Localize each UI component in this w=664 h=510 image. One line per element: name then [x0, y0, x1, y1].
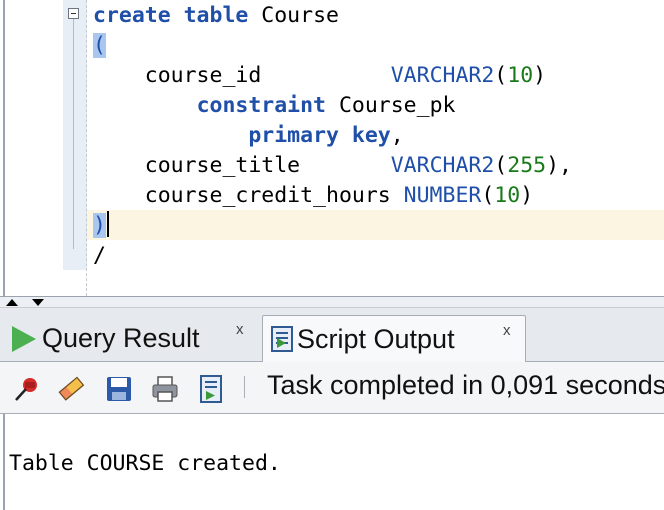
paren: ) — [533, 63, 547, 88]
current-line-highlight — [87, 210, 664, 240]
keyword: constraint — [196, 93, 327, 118]
paren: ( — [481, 183, 495, 208]
script-output-area[interactable]: Table COURSE created. — [0, 414, 664, 510]
pin-icon[interactable] — [12, 374, 42, 404]
paren: ( — [494, 153, 508, 178]
close-tab-icon[interactable]: x — [503, 322, 511, 339]
code-line-3[interactable]: course_id VARCHAR2(10) — [93, 61, 546, 91]
expand-up-icon[interactable] — [6, 299, 18, 306]
data-type: VARCHAR2 — [390, 63, 495, 88]
results-tab-bar: Query Result x Script Output x — [0, 308, 664, 362]
code-line-4[interactable]: constraint Course_pk — [93, 91, 456, 121]
column-name: course_credit_hours — [144, 183, 404, 208]
open-paren: ( — [93, 33, 106, 58]
fold-guide — [73, 19, 74, 249]
number-literal: 255 — [507, 153, 547, 178]
code-line-1[interactable]: create table Course — [93, 1, 339, 31]
collapse-down-icon[interactable] — [32, 299, 44, 306]
status-message: Task completed in 0,091 seconds — [267, 370, 664, 400]
output-border — [3, 414, 5, 510]
code-line-2[interactable]: ( — [93, 31, 106, 61]
data-type: NUMBER — [403, 183, 482, 208]
number-literal: 10 — [494, 183, 521, 208]
run-script-icon[interactable] — [196, 374, 226, 404]
editor-gutter — [63, 0, 87, 270]
tab-label: Script Output — [297, 323, 455, 354]
statement-terminator: / — [93, 243, 106, 268]
print-icon[interactable] — [150, 374, 180, 404]
sql-editor[interactable]: create table Course ( course_id VARCHAR2… — [0, 0, 664, 296]
tab-script-output[interactable]: Script Output x — [262, 315, 526, 362]
column-name: course_id — [144, 63, 391, 88]
comma: , — [390, 123, 404, 148]
code-line-9[interactable]: / — [93, 241, 106, 271]
script-output-icon — [271, 326, 293, 352]
paren: ) — [520, 183, 534, 208]
toolbar-separator — [244, 376, 245, 398]
gutter-divider — [86, 0, 87, 296]
paren: ), — [546, 153, 572, 178]
identifier: Course_pk — [326, 93, 456, 118]
keyword: create table — [93, 3, 249, 28]
panel-splitter[interactable] — [0, 296, 664, 308]
close-tab-icon[interactable]: x — [236, 321, 244, 338]
paren: ( — [494, 63, 508, 88]
number-literal: 10 — [507, 63, 534, 88]
code-line-5[interactable]: primary key, — [93, 121, 404, 151]
code-line-6[interactable]: course_title VARCHAR2(255), — [93, 151, 572, 181]
save-icon[interactable] — [104, 374, 134, 404]
data-type: VARCHAR2 — [390, 153, 495, 178]
output-text: Table COURSE created. — [9, 451, 281, 476]
eraser-icon[interactable] — [56, 374, 86, 404]
code-line-7[interactable]: course_credit_hours NUMBER(10) — [93, 181, 533, 211]
keyword: primary key — [248, 123, 391, 148]
identifier: Course — [248, 3, 339, 28]
tab-query-result[interactable]: Query Result x — [4, 315, 260, 362]
query-result-icon — [12, 325, 36, 352]
text-caret — [106, 211, 109, 237]
code-line-8[interactable]: ) — [93, 211, 109, 241]
tab-label: Query Result — [42, 323, 200, 353]
column-name: course_title — [144, 153, 391, 178]
output-toolbar: Task completed in 0,091 seconds — [0, 362, 664, 414]
editor-border — [3, 0, 5, 296]
fold-collapse-icon[interactable] — [68, 8, 79, 19]
close-paren: ) — [93, 213, 106, 238]
